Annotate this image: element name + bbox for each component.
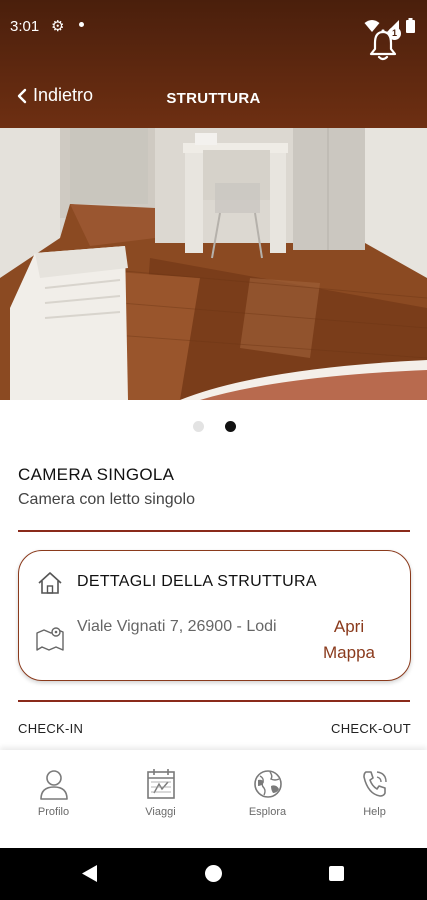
carousel-dot-1[interactable] bbox=[193, 421, 204, 432]
divider bbox=[18, 700, 410, 702]
header-bar: Indietro STRUTTURA bbox=[0, 52, 427, 128]
map-icon bbox=[36, 627, 64, 651]
back-triangle-icon[interactable] bbox=[81, 864, 98, 883]
gear-icon: ⚙ bbox=[51, 18, 65, 35]
user-icon bbox=[39, 770, 68, 800]
address-text: Viale Vignati 7, 26900 - Lodi bbox=[77, 618, 277, 635]
phone-icon bbox=[362, 771, 387, 797]
room-subtitle: Camera con letto singolo bbox=[18, 491, 195, 508]
calendar-icon bbox=[146, 769, 175, 799]
page-title: STRUTTURA bbox=[0, 90, 427, 107]
status-time: 3:01 bbox=[10, 18, 40, 35]
carousel-dot-2[interactable] bbox=[225, 421, 236, 432]
room-photo[interactable] bbox=[0, 128, 427, 400]
system-navigation-bar bbox=[0, 848, 427, 900]
room-title: CAMERA SINGOLA bbox=[18, 465, 175, 484]
nav-label: Help bbox=[363, 806, 386, 818]
check-out-label: CHECK-OUT bbox=[331, 721, 411, 736]
status-bar: 3:01 ⚙ bbox=[0, 0, 427, 52]
page-title-text: STRUTTURA bbox=[166, 90, 261, 107]
nav-item-viaggi[interactable]: Viaggi bbox=[107, 750, 214, 848]
recents-square-icon[interactable] bbox=[329, 866, 344, 881]
battery-icon bbox=[406, 18, 415, 33]
globe-icon bbox=[253, 770, 282, 798]
nav-label: Profilo bbox=[37, 806, 70, 818]
structure-details-card: DETTAGLI DELLA STRUTTURA Viale Vignati 7… bbox=[18, 550, 411, 681]
dot-icon bbox=[79, 22, 84, 27]
home-circle-icon[interactable] bbox=[205, 865, 222, 882]
nav-label: Viaggi bbox=[145, 806, 176, 818]
nav-item-help[interactable]: Help bbox=[321, 750, 427, 848]
room-photo-image bbox=[0, 128, 427, 400]
nav-item-profilo[interactable]: Profilo bbox=[0, 750, 107, 848]
divider bbox=[18, 530, 410, 532]
open-map-button[interactable]: Apri Mappa bbox=[309, 614, 389, 666]
check-in-label: CHECK-IN bbox=[18, 721, 84, 736]
carousel-indicator bbox=[193, 421, 236, 432]
nav-label: Esplora bbox=[248, 806, 287, 818]
nav-item-esplora[interactable]: Esplora bbox=[214, 750, 321, 848]
card-title: DETTAGLI DELLA STRUTTURA bbox=[77, 573, 317, 590]
notification-badge: 1 bbox=[388, 27, 401, 40]
house-icon bbox=[38, 572, 62, 594]
bottom-navigation: Profilo Viaggi Esplora Help bbox=[0, 750, 427, 848]
